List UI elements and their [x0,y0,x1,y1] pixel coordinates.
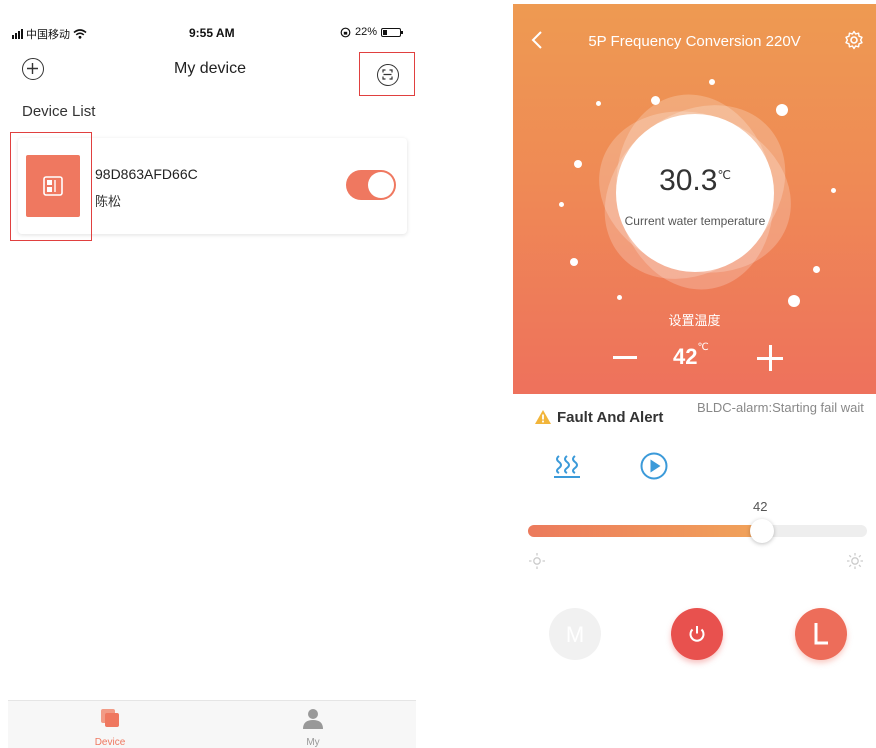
current-temp-value: 30.3℃ [659,164,731,197]
page-title: My device [173,60,247,77]
status-battery-group: 22% [340,26,404,38]
mode-button[interactable]: M [549,608,601,660]
scan-highlight-box [359,52,415,96]
person-icon [303,709,323,729]
slider-knob[interactable] [749,519,774,543]
device-tab-icon [101,709,119,727]
scan-button[interactable] [377,64,399,86]
device-owner: 陈松 [95,195,122,210]
snow-dot [570,258,578,266]
device-list-screen: 中国移动 9:55 AM 22% My device Device List 9… [0,0,420,748]
battery-percent: 22% [355,26,378,38]
snow-dot [651,96,660,105]
alert-title: Fault And Alert [557,409,664,426]
device-thumbnail[interactable] [26,155,80,217]
section-title: Device List [22,103,96,120]
mode-button-label: M [565,622,585,647]
snow-dot [559,202,564,207]
device-power-toggle[interactable] [346,170,396,200]
wifi-icon [73,29,87,39]
heat-pump-icon [43,176,63,196]
toggle-knob [368,172,394,198]
warning-icon [535,410,551,424]
temperature-hero: 5P Frequency Conversion 220V 30.3℃ Curre… [513,4,876,394]
gear-icon[interactable] [844,30,864,50]
slider-fill [528,525,762,537]
battery-icon [381,27,404,37]
play-icon[interactable] [640,452,668,480]
orientation-lock-icon [340,27,351,37]
snow-dot [776,104,788,116]
scan-icon [382,69,393,80]
nav-bar: My device [0,48,420,96]
timer-icon [814,623,828,645]
tab-my-label: My [306,737,320,748]
snow-dot [788,295,800,307]
device-control-screen: 5P Frequency Conversion 220V 30.3℃ Curre… [513,4,876,748]
slider-value: 42 [753,499,768,514]
set-temp-value: 42℃ [673,342,709,369]
power-button[interactable] [671,608,723,660]
temp-decrease-button[interactable] [613,345,637,369]
snow-dot [813,266,820,273]
timer-button[interactable] [795,608,847,660]
heating-mode-icon[interactable] [553,453,581,479]
current-temp-label: Current water temperature [624,214,766,228]
sun-high-icon [847,553,863,569]
current-temp-circle: 30.3℃ Current water temperature [616,114,774,272]
tab-device-label: Device [94,737,126,748]
carrier-name: 中国移动 [26,28,70,41]
tab-my[interactable]: My [263,701,363,748]
temperature-slider[interactable] [528,519,867,543]
status-time: 9:55 AM [189,26,235,40]
alert-message: BLDC-alarm:Starting fail wait [697,400,864,415]
signal-icon [12,29,23,39]
power-icon [689,626,705,642]
tab-bar: Device My [8,700,416,748]
sun-low-icon [529,553,545,569]
tab-device[interactable]: Device [60,701,160,748]
snow-dot [596,101,601,106]
set-temp-label: 设置温度 [668,314,721,329]
status-bar: 中国移动 9:55 AM 22% [0,0,420,41]
temp-increase-button[interactable] [757,345,783,371]
status-carrier-group: 中国移动 [12,26,87,42]
snow-dot [617,295,622,300]
device-id: 98D863AFD66C [95,166,198,182]
fault-alert-row[interactable]: Fault And Alert BLDC-alarm:Starting fail… [513,400,876,440]
snow-dot [709,79,715,85]
snow-dot [574,160,582,168]
snow-dot [831,188,836,193]
device-title: 5P Frequency Conversion 220V [588,33,801,50]
